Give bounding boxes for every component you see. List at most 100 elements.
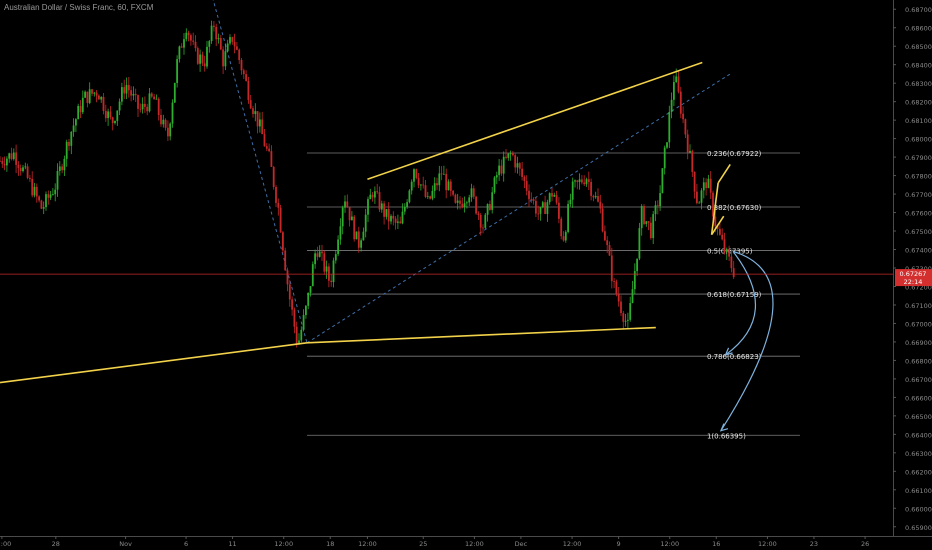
candle-body xyxy=(1,160,4,164)
time-tick-label: 25 xyxy=(419,540,427,548)
candle-body xyxy=(509,153,512,155)
time-tick-label: 18 xyxy=(326,540,334,548)
dashed-trend-line xyxy=(212,0,308,343)
candle-body xyxy=(284,250,287,271)
time-tick-label: 12:00 xyxy=(660,540,679,548)
candle-body xyxy=(75,119,77,126)
candle-body xyxy=(56,171,59,190)
candle-body xyxy=(127,85,130,91)
candle-body xyxy=(732,268,735,278)
candle-body xyxy=(217,38,220,40)
candle-body xyxy=(323,253,326,272)
candle-body xyxy=(118,101,121,111)
candle-body xyxy=(144,103,146,107)
time-tick-label: 28 xyxy=(52,540,60,548)
candle-body xyxy=(493,177,496,193)
candle-body xyxy=(305,305,307,316)
candle-body xyxy=(213,25,215,27)
candle-body xyxy=(91,89,93,94)
candle-body xyxy=(35,186,38,197)
price-tick-label: 0.67900 xyxy=(905,154,932,162)
candle-body xyxy=(569,199,572,205)
candle-body xyxy=(666,142,668,148)
candle-body xyxy=(413,169,415,182)
candle-body xyxy=(314,253,316,265)
candle-body xyxy=(443,173,445,175)
candle-body xyxy=(564,231,567,241)
candle-body xyxy=(160,115,162,125)
candle-body xyxy=(686,134,689,153)
candle-body xyxy=(157,98,160,116)
candle-body xyxy=(337,239,339,255)
time-tick-label: 11 xyxy=(228,540,236,548)
candle-body xyxy=(109,111,112,118)
candle-body xyxy=(114,120,116,124)
candle-body xyxy=(668,112,671,143)
candle-body xyxy=(155,98,158,100)
candle-body xyxy=(631,289,634,304)
price-tick-label: 0.67000 xyxy=(905,320,932,328)
candle-body xyxy=(137,95,139,109)
price-tick-label: 0.66100 xyxy=(905,487,932,495)
candle-body xyxy=(521,168,523,177)
candle-body xyxy=(125,85,128,94)
candle-body xyxy=(397,221,399,223)
candle-body xyxy=(723,239,726,253)
candle-body xyxy=(192,40,195,42)
candle-body xyxy=(643,206,645,224)
candle-body xyxy=(693,171,696,192)
candle-body xyxy=(422,184,425,186)
candle-body xyxy=(590,181,592,196)
chart-title: Australian Dollar / Swiss Franc, 60, FXC… xyxy=(4,3,154,12)
candle-body xyxy=(622,313,625,322)
candle-body xyxy=(725,249,728,253)
time-tick-label: Dec xyxy=(515,540,528,548)
candle-body xyxy=(238,49,241,61)
candle-body xyxy=(52,194,54,196)
candle-body xyxy=(86,91,89,103)
candle-body xyxy=(325,266,328,272)
candle-body xyxy=(606,240,609,246)
candle-body xyxy=(210,25,213,42)
candle-body xyxy=(254,111,257,114)
candle-body xyxy=(275,186,277,203)
price-chart[interactable]: 0.68700 0.68600 0.68500 0.68400 0.68300 0.682… xyxy=(0,0,932,550)
price-tick-label: 0.66000 xyxy=(905,505,932,513)
candle-body xyxy=(417,177,420,186)
candle-body xyxy=(659,193,661,207)
candle-body xyxy=(562,236,565,241)
candle-body xyxy=(38,196,40,201)
candle-body xyxy=(282,232,284,251)
candle-body xyxy=(355,231,358,240)
dashed-trend-line xyxy=(306,73,731,344)
candle-body xyxy=(700,190,703,203)
candle-body xyxy=(627,319,629,321)
candle-body xyxy=(650,222,652,239)
candle-body xyxy=(153,96,155,100)
price-tick-label: 0.65900 xyxy=(905,524,932,532)
candle-body xyxy=(679,91,682,114)
candle-body xyxy=(93,92,96,94)
candle-body xyxy=(468,197,471,203)
candle-body xyxy=(226,43,229,52)
candle-body xyxy=(293,309,296,327)
candle-body xyxy=(399,221,402,224)
candle-body xyxy=(385,209,388,217)
candle-body xyxy=(173,82,176,103)
candle-body xyxy=(291,299,293,310)
candle-body xyxy=(516,163,519,168)
candle-body xyxy=(249,100,252,109)
candle-body xyxy=(581,179,583,183)
candle-body xyxy=(544,202,546,214)
candle-body xyxy=(571,181,574,200)
candle-body xyxy=(40,200,43,209)
candle-body xyxy=(367,199,369,215)
candle-body xyxy=(585,179,588,185)
candle-body xyxy=(190,35,192,41)
candle-body xyxy=(31,178,34,196)
candle-body xyxy=(321,251,323,254)
candle-body xyxy=(302,315,305,330)
candle-body xyxy=(286,270,289,285)
time-tick-label: 23 xyxy=(810,540,818,548)
price-tick-label: 0.68000 xyxy=(905,136,932,144)
